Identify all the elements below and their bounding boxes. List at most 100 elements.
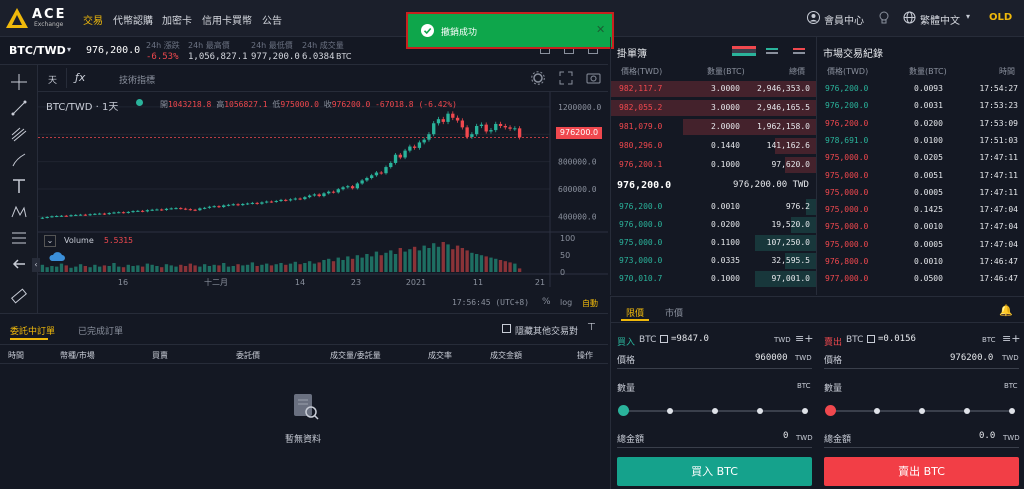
ask-row[interactable]: 982,055.2 3.0000 2,946,165.5 [611,100,816,117]
add-funds-icon[interactable]: ≡+ [795,332,813,345]
slider-mark-50[interactable] [712,408,718,414]
candlestick-chart[interactable]: 1200000.01000000.0800000.0600000.0400000… [38,92,608,312]
nav-credit-card-buy[interactable]: 信用卡買幣 [202,12,252,27]
candle-body [341,187,345,190]
log-toggle[interactable]: log [560,298,572,307]
buy-qty-input[interactable]: 數量 BTC [617,377,812,397]
tab-open-orders[interactable]: 委託中訂單 [10,324,55,337]
chevron-left-icon[interactable]: ‹ [32,258,40,272]
tab-limit[interactable]: 限價 [626,306,644,319]
interval-selector[interactable]: 天 [48,73,57,86]
ruler-icon[interactable] [10,287,28,305]
volume-bar [150,264,154,272]
book-view-bids-icon[interactable] [766,48,778,54]
candle-body [179,208,183,210]
ask-row[interactable]: 981,079.0 2.0000 1,962,158.0 [611,119,816,136]
trade-row: 975,000.0 0.0010 17:47:04 [817,219,1024,236]
slider-mark-100[interactable] [802,408,808,414]
language-selector[interactable]: 繁體中文 [920,12,960,27]
bid-row[interactable]: 976,000.0 0.0200 19,520.0 [611,217,816,234]
slider-mark-75[interactable] [964,408,970,414]
tab-market[interactable]: 市價 [665,306,683,319]
ask-row[interactable]: 976,200.1 0.1000 97,620.0 [611,157,816,174]
indicator-icon[interactable]: ƒx [75,71,85,84]
slider-mark-25[interactable] [874,408,880,414]
bid-row[interactable]: 970,010.7 0.1000 97,001.0 [611,271,816,288]
sell-amount-slider[interactable] [825,405,1015,416]
slider-handle[interactable] [618,405,629,416]
chevron-down-icon[interactable]: ▾ [67,45,71,54]
member-center-link[interactable]: 會員中心 [824,12,864,27]
lightbulb-icon[interactable] [878,11,890,25]
sell-total-input[interactable]: 總金額 0.0 TWD [824,428,1020,448]
filter-icon[interactable]: ⊤ [587,322,596,333]
slider-handle[interactable] [825,405,836,416]
buy-btc-button[interactable]: 買入 BTC [617,457,812,486]
book-view-both-icon[interactable] [732,46,756,56]
trade-qty: 0.0051 [914,170,943,180]
x-axis-labels: 16 十二月 14 23 2021 11 21 [118,277,545,287]
indicator-button[interactable]: 技術指標 [119,73,155,86]
slider-mark-100[interactable] [1009,408,1015,414]
auto-toggle[interactable]: 自動 [582,298,598,309]
volume-bar [427,248,431,272]
bid-row[interactable]: 975,000.0 0.1100 107,250.0 [611,235,816,252]
bid-row[interactable]: 976,200.0 0.0010 976.2 [611,199,816,216]
buy-total-input[interactable]: 總金額 0 TWD [617,428,813,448]
old-version-link[interactable]: OLD [989,12,1012,23]
nav-crypto-card[interactable]: 加密卡 [162,12,192,27]
sell-btc-button[interactable]: 賣出 BTC [824,457,1019,486]
pattern-icon[interactable] [10,203,28,221]
nav-announcement[interactable]: 公告 [262,12,282,27]
hide-others-label: 隱藏其他交易對 [515,327,579,337]
slider-mark-50[interactable] [919,408,925,414]
nav-token-sale[interactable]: 代幣認購 [113,12,153,27]
buy-price-input[interactable]: 價格 960000 TWD [617,349,812,369]
candle-body [250,202,255,204]
price-chart[interactable]: 1200000.01000000.0800000.0600000.0400000… [32,92,608,312]
crosshair-icon[interactable] [10,73,28,91]
ace-logo[interactable]: ACE Exchange [6,6,78,30]
low-value: 975000.0 [280,100,319,109]
ask-row[interactable]: 982,117.7 3.0000 2,946,353.0 [611,81,816,98]
candle-body [451,113,455,118]
fullscreen-icon[interactable] [559,71,573,85]
bell-icon[interactable]: 🔔 [999,304,1013,317]
trade-qty: 0.0100 [914,135,943,145]
user-icon[interactable] [807,11,820,24]
settings-gear-icon[interactable] [531,71,545,85]
pair-selector[interactable]: BTC/TWD [9,44,66,57]
sell-qty-input[interactable]: 數量 BTC [824,377,1019,397]
slider-mark-25[interactable] [667,408,673,414]
text-tool-icon[interactable] [10,177,28,195]
fib-icon[interactable] [10,229,28,247]
sell-total-value[interactable]: 0.0 [979,431,995,441]
slider-mark-75[interactable] [757,408,763,414]
sell-price-value[interactable]: 976200.0 [950,353,993,363]
tab-completed-orders[interactable]: 已完成訂單 [78,324,123,337]
hide-others-checkbox[interactable] [502,324,511,333]
volume-bar [432,243,436,272]
pitchfork-icon[interactable] [10,125,28,143]
add-funds-icon[interactable]: ≡+ [1002,332,1020,345]
nav-trade[interactable]: 交易 [83,12,103,27]
collapse-volume-icon[interactable]: ⌄ [44,235,56,247]
ask-row[interactable]: 980,296.0 0.1440 141,162.6 [611,138,816,155]
trendline-icon[interactable] [10,99,28,117]
sell-price-input[interactable]: 價格 976200.0 TWD [824,349,1019,369]
volume-bar [446,244,450,272]
brush-icon[interactable] [10,151,28,169]
back-arrow-icon[interactable] [10,255,28,273]
candle-body [198,208,202,211]
book-view-asks-icon[interactable] [793,48,805,54]
buy-price-value[interactable]: 960000 [755,353,788,363]
buy-total-value[interactable]: 0 [783,431,788,441]
volume-bar [327,258,331,272]
percent-toggle[interactable]: % [542,297,551,307]
buy-amount-slider[interactable] [618,405,808,416]
bid-row[interactable]: 973,000.0 0.0335 32,595.5 [611,253,816,270]
candle-body [274,200,278,202]
close-icon[interactable]: ✕ [596,23,605,36]
camera-icon[interactable] [586,71,601,85]
trade-price: 976,200.0 [825,101,869,111]
